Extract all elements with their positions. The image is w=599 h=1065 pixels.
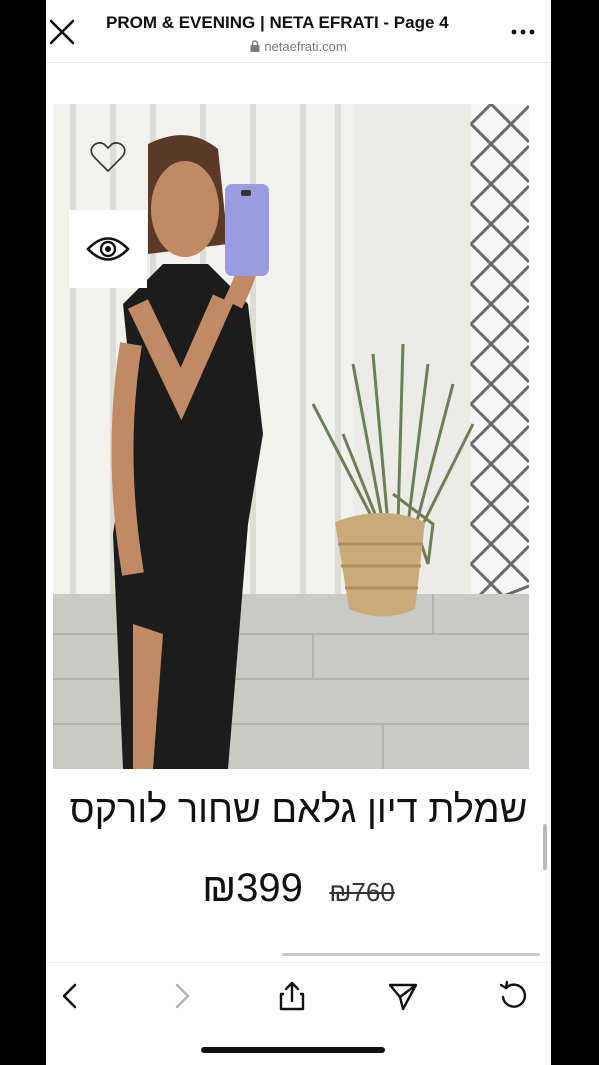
product-image[interactable] [53,104,529,769]
price-row: ₪399 ₪760 [46,866,551,911]
url-display: netaefrati.com [46,39,551,54]
refresh-icon [499,980,527,1008]
share-icon [279,981,305,1011]
refresh-button[interactable] [497,979,531,1013]
back-button[interactable] [54,979,88,1013]
lock-icon [250,40,260,52]
back-icon [62,983,77,1009]
eye-icon [86,237,130,261]
favorite-button[interactable] [89,140,127,174]
quick-view-button[interactable] [69,210,147,288]
original-price: ₪760 [329,877,395,907]
bottom-toolbar [46,962,551,1065]
url-text: netaefrati.com [264,39,347,54]
forward-button[interactable] [164,979,198,1013]
home-indicator[interactable] [201,1047,385,1053]
send-button[interactable] [386,979,420,1013]
more-icon [511,29,535,35]
horizontal-scroll-indicator [282,953,540,956]
browser-screen: PROM & EVENING | NETA EFRATI - Page 4 ne… [46,0,551,1065]
sale-price: ₪399 [202,866,303,910]
more-button[interactable] [511,22,535,40]
page-title: PROM & EVENING | NETA EFRATI - Page 4 [106,13,449,32]
product-photo-illustration [53,104,529,769]
forward-icon [175,983,190,1009]
product-title: שמלת דיון גלאם שחור לורקס [69,789,528,831]
send-icon [388,983,418,1011]
share-button[interactable] [275,979,309,1013]
browser-header: PROM & EVENING | NETA EFRATI - Page 4 ne… [46,0,551,63]
vertical-scrollbar[interactable] [543,824,547,870]
heart-icon [90,142,126,173]
